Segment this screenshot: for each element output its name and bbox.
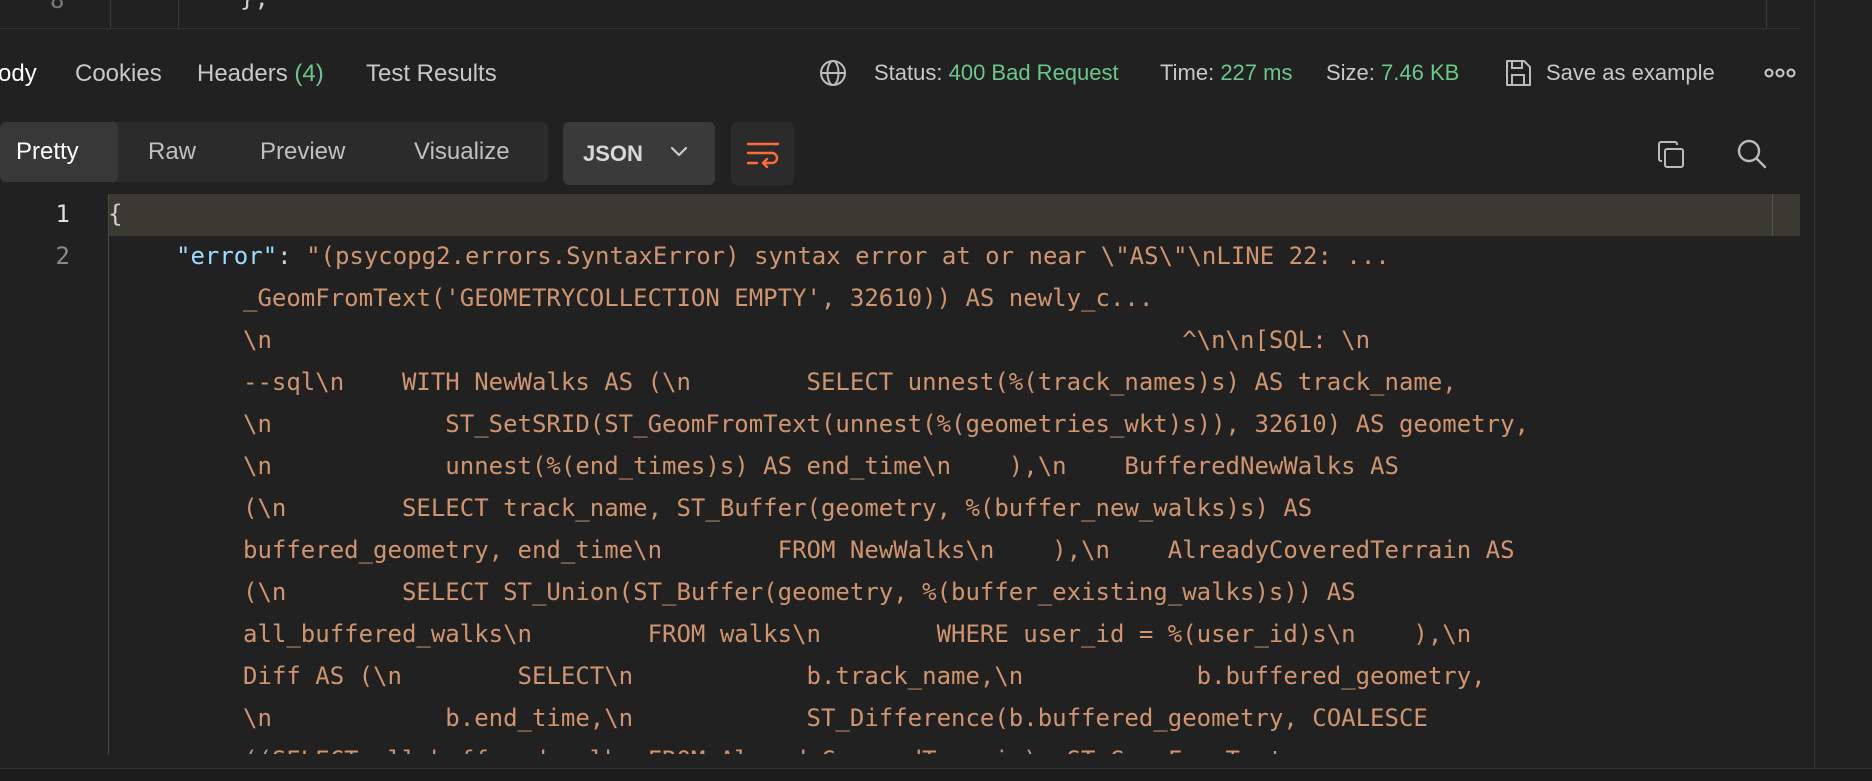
tab-test-results[interactable]: Test Results xyxy=(366,60,497,88)
status-value: 400 Bad Request xyxy=(948,60,1119,85)
response-body-editor[interactable]: 1 2 { "error": "(psycopg2.errors.SyntaxE… xyxy=(0,194,1800,754)
tab-cookies[interactable]: Cookies xyxy=(75,60,162,88)
view-mode-raw[interactable]: Raw xyxy=(148,138,196,166)
size-indicator[interactable]: Size: 7.46 KB xyxy=(1326,60,1459,86)
scrollbar-track xyxy=(1772,194,1773,236)
line-number: 1 xyxy=(55,200,70,228)
status-label: Status: xyxy=(874,60,943,85)
wrapped-line: \n ST_SetSRID(ST_GeomFromText(unnest(%(g… xyxy=(243,410,1529,438)
wrapped-line: _GeomFromText('GEOMETRYCOLLECTION EMPTY'… xyxy=(243,284,1154,312)
tab-headers-label: Headers xyxy=(197,60,288,87)
wrap-lines-button[interactable] xyxy=(731,122,794,185)
json-string-value: "(psycopg2.errors.SyntaxError) syntax er… xyxy=(306,242,1390,270)
save-icon[interactable] xyxy=(1503,58,1533,88)
json-key: "error" xyxy=(176,242,278,270)
request-editor-remnant: 8 }; xyxy=(0,0,1800,29)
size-label: Size: xyxy=(1326,60,1375,85)
wrapped-line: --sql\n WITH NewWalks AS (\n SELECT unne… xyxy=(243,368,1457,396)
view-mode-preview[interactable]: Preview xyxy=(260,138,345,166)
wrapped-line: all_buffered_walks\n FROM walks\n WHERE … xyxy=(243,620,1472,648)
gutter-divider xyxy=(108,194,109,754)
right-sidebar xyxy=(1814,0,1872,780)
view-mode-visualize[interactable]: Visualize xyxy=(414,138,510,166)
wrapped-line: \n ^\n\n[SQL: \n xyxy=(243,326,1371,354)
json-open-brace: { xyxy=(108,200,123,228)
wrapped-line: \n unnest(%(end_times)s) AS end_time\n )… xyxy=(243,452,1399,480)
bottom-status-bar xyxy=(0,768,1872,781)
indent-guide xyxy=(178,0,179,28)
format-select-value: JSON xyxy=(583,141,643,166)
json-error-line: "error": "(psycopg2.errors.SyntaxError) … xyxy=(176,242,1390,270)
time-label: Time: xyxy=(1160,60,1215,85)
headers-count: (4) xyxy=(294,60,324,87)
search-icon[interactable] xyxy=(1736,138,1768,170)
scrollbar-track xyxy=(1766,0,1767,28)
format-select[interactable]: JSON xyxy=(563,122,715,185)
view-mode-pretty-label: Pretty xyxy=(16,138,79,165)
wrapped-line: (\n SELECT track_name, ST_Buffer(geometr… xyxy=(243,494,1313,522)
more-icon[interactable] xyxy=(1764,64,1796,82)
code-line: }; xyxy=(240,0,269,12)
time-indicator[interactable]: Time: 227 ms xyxy=(1160,60,1292,86)
current-line-highlight xyxy=(108,194,1800,236)
wrapped-line: \n b.end_time,\n ST_Difference(b.buffere… xyxy=(243,704,1428,732)
json-colon: : xyxy=(277,242,307,270)
copy-icon[interactable] xyxy=(1656,140,1686,170)
globe-icon[interactable] xyxy=(818,58,848,88)
size-value: 7.46 KB xyxy=(1381,60,1460,85)
gutter-divider xyxy=(110,0,111,28)
line-number: 8 xyxy=(50,0,65,14)
wrapped-line: Diff AS (\n SELECT\n b.track_name,\n b.b… xyxy=(243,662,1486,690)
line-number: 2 xyxy=(55,242,70,270)
wrapped-line: buffered_geometry, end_time\n FROM NewWa… xyxy=(243,536,1515,564)
save-as-example-button[interactable]: Save as example xyxy=(1546,60,1715,86)
status-indicator[interactable]: Status: 400 Bad Request xyxy=(874,60,1119,86)
chevron-down-icon xyxy=(670,146,688,157)
time-value: 227 ms xyxy=(1220,60,1293,85)
tab-headers[interactable]: Headers (4) xyxy=(197,60,324,88)
wrap-lines-icon xyxy=(746,142,780,168)
tab-body[interactable]: ody xyxy=(0,60,37,88)
view-mode-selector: Pretty Raw Preview Visualize xyxy=(0,122,548,182)
wrapped-line: (\n SELECT ST_Union(ST_Buffer(geometry, … xyxy=(243,578,1356,606)
wrapped-line: ((SELECT all_buffered_walks FROM Already… xyxy=(243,746,1283,754)
view-mode-pretty[interactable]: Pretty xyxy=(0,122,118,182)
